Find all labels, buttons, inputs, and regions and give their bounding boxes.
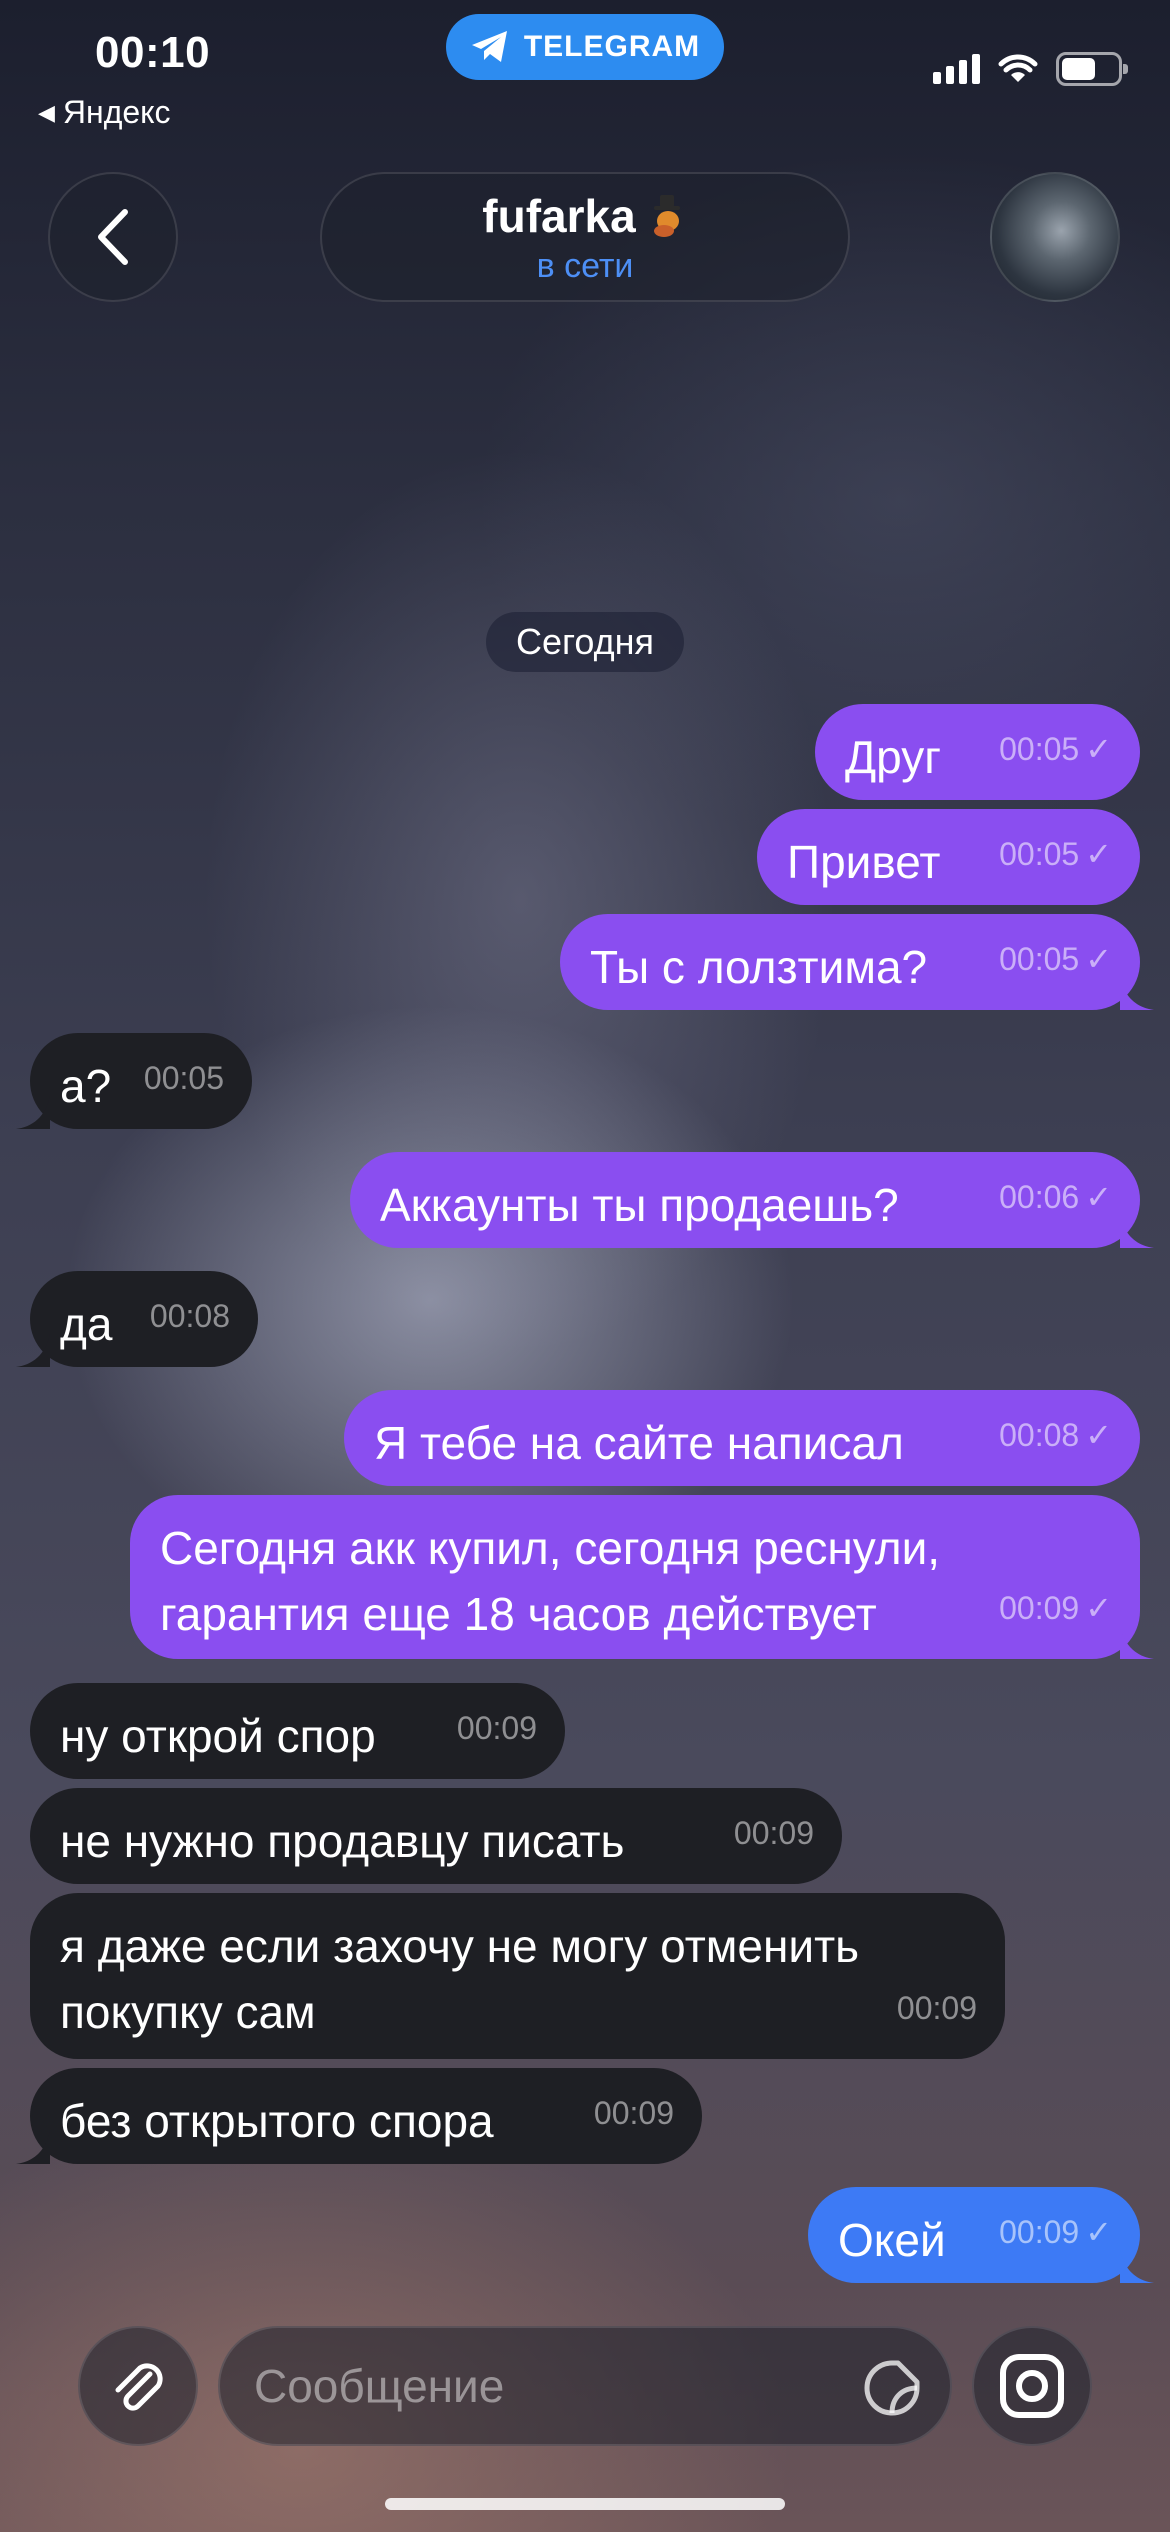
- message-time: 00:09: [999, 2214, 1080, 2250]
- message-text: Привет: [787, 836, 941, 888]
- signal-icon: [933, 54, 980, 84]
- sticker-icon[interactable]: [862, 2358, 922, 2418]
- message-text: Друг: [845, 731, 941, 783]
- message-time: 00:09: [733, 1815, 814, 1851]
- message-meta: 00:09: [594, 2080, 674, 2146]
- chat-title-pill[interactable]: fufarka в сети: [320, 172, 850, 302]
- message-text-line-2: гарантия еще 18 часов действует: [160, 1588, 877, 1640]
- message-text: да: [60, 1298, 113, 1350]
- message-text: Аккаунты ты продаешь?: [380, 1179, 899, 1231]
- message-meta: 00:09 ✓: [999, 1575, 1112, 1641]
- chevron-left-icon: [98, 209, 128, 265]
- message-bubble-out[interactable]: Привет 00:05 ✓: [757, 809, 1140, 905]
- message-meta: 00:08 ✓: [999, 1402, 1112, 1468]
- message-time: 00:05: [999, 731, 1080, 767]
- message-bubble-out[interactable]: Я тебе на сайте написал 00:08 ✓: [344, 1390, 1140, 1486]
- message-bubble-out[interactable]: Друг 00:05 ✓: [815, 704, 1140, 800]
- telegram-label: TELEGRAM: [523, 30, 701, 63]
- chat-title: fufarka: [482, 189, 687, 243]
- message-meta: 00:09: [457, 1695, 537, 1761]
- message-meta: 00:09: [734, 1800, 814, 1866]
- message-time: 00:09: [896, 1990, 977, 2026]
- message-bubble-in[interactable]: да 00:08: [30, 1271, 258, 1367]
- attach-button[interactable]: [78, 2326, 198, 2446]
- message-time: 00:08: [999, 1417, 1080, 1453]
- check-icon: ✓: [1085, 941, 1112, 977]
- message-meta: 00:09: [897, 1975, 977, 2041]
- message-bubble-in[interactable]: а? 00:05: [30, 1033, 252, 1129]
- back-triangle-icon: ◀: [38, 99, 55, 125]
- message-bubble-out[interactable]: Сегодня акк купил, сегодня реснули, гара…: [130, 1495, 1140, 1659]
- message-time: 00:08: [149, 1298, 230, 1334]
- message-bubble-in[interactable]: без открытого спора 00:09: [30, 2068, 702, 2164]
- message-time: 00:09: [999, 1590, 1080, 1626]
- chat-status: в сети: [536, 246, 634, 285]
- date-chip: Сегодня: [486, 612, 684, 672]
- message-input-pill[interactable]: [218, 2326, 952, 2446]
- wifi-icon: [998, 54, 1038, 82]
- message-text: без открытого спора: [60, 2095, 494, 2147]
- message-meta: 00:05: [144, 1045, 224, 1111]
- check-icon: ✓: [1085, 1179, 1112, 1215]
- camera-icon: [1000, 2354, 1064, 2418]
- message-meta: 00:05 ✓: [999, 821, 1112, 887]
- message-bubble-in[interactable]: я даже если захочу не могу отменить поку…: [30, 1893, 1005, 2059]
- message-text: не нужно продавцу писать: [60, 1815, 625, 1867]
- message-text-line-1: Сегодня акк купил, сегодня реснули,: [160, 1522, 941, 1574]
- battery-icon: [1056, 52, 1128, 86]
- check-icon: ✓: [1085, 731, 1112, 767]
- telegram-pill[interactable]: TELEGRAM: [446, 14, 724, 80]
- emoji-status-icon: [653, 194, 680, 237]
- camera-button[interactable]: [972, 2326, 1092, 2446]
- message-time: 00:06: [999, 1179, 1080, 1215]
- home-indicator: [385, 2498, 785, 2510]
- message-time: 00:05: [143, 1060, 224, 1096]
- message-text-line-2: покупку сам: [60, 1986, 316, 2038]
- message-bubble-in[interactable]: ну открой спор 00:09: [30, 1683, 565, 1779]
- message-bubble-out[interactable]: Ты с лолзтима? 00:05 ✓: [560, 914, 1140, 1010]
- chat-name: fufarka: [482, 189, 636, 242]
- message-bubble-out[interactable]: Окей 00:09 ✓: [808, 2187, 1140, 2283]
- paperclip-icon: [115, 2363, 163, 2411]
- message-bubble-out[interactable]: Аккаунты ты продаешь? 00:06 ✓: [350, 1152, 1140, 1248]
- message-text: Окей: [838, 2214, 946, 2266]
- back-app-label: Яндекс: [62, 94, 171, 130]
- status-time: 00:10: [95, 28, 211, 77]
- message-input[interactable]: [254, 2359, 814, 2413]
- message-meta: 00:06 ✓: [999, 1164, 1112, 1230]
- message-bubble-in[interactable]: не нужно продавцу писать 00:09: [30, 1788, 842, 1884]
- message-text: ну открой спор: [60, 1710, 376, 1762]
- message-meta: 00:08: [150, 1283, 230, 1349]
- message-time: 00:05: [999, 941, 1080, 977]
- message-time: 00:09: [456, 1710, 537, 1746]
- message-meta: 00:05 ✓: [999, 926, 1112, 992]
- check-icon: ✓: [1085, 1417, 1112, 1453]
- message-text: Ты с лолзтима?: [590, 941, 928, 993]
- message-text-line-1: я даже если захочу не могу отменить: [60, 1920, 860, 1972]
- avatar[interactable]: [990, 172, 1120, 302]
- telegram-icon: [471, 31, 507, 62]
- check-icon: ✓: [1085, 836, 1112, 872]
- message-time: 00:09: [593, 2095, 674, 2131]
- message-meta: 00:09 ✓: [999, 2199, 1112, 2265]
- back-to-app-link[interactable]: ◀ Яндекс: [38, 94, 171, 131]
- check-icon: ✓: [1085, 1590, 1112, 1626]
- back-button[interactable]: [48, 172, 178, 302]
- check-icon: ✓: [1085, 2214, 1112, 2250]
- message-text: а?: [60, 1060, 112, 1112]
- status-icons: [933, 52, 1128, 86]
- message-meta: 00:05 ✓: [999, 716, 1112, 782]
- message-time: 00:05: [999, 836, 1080, 872]
- message-text: Я тебе на сайте написал: [374, 1417, 904, 1469]
